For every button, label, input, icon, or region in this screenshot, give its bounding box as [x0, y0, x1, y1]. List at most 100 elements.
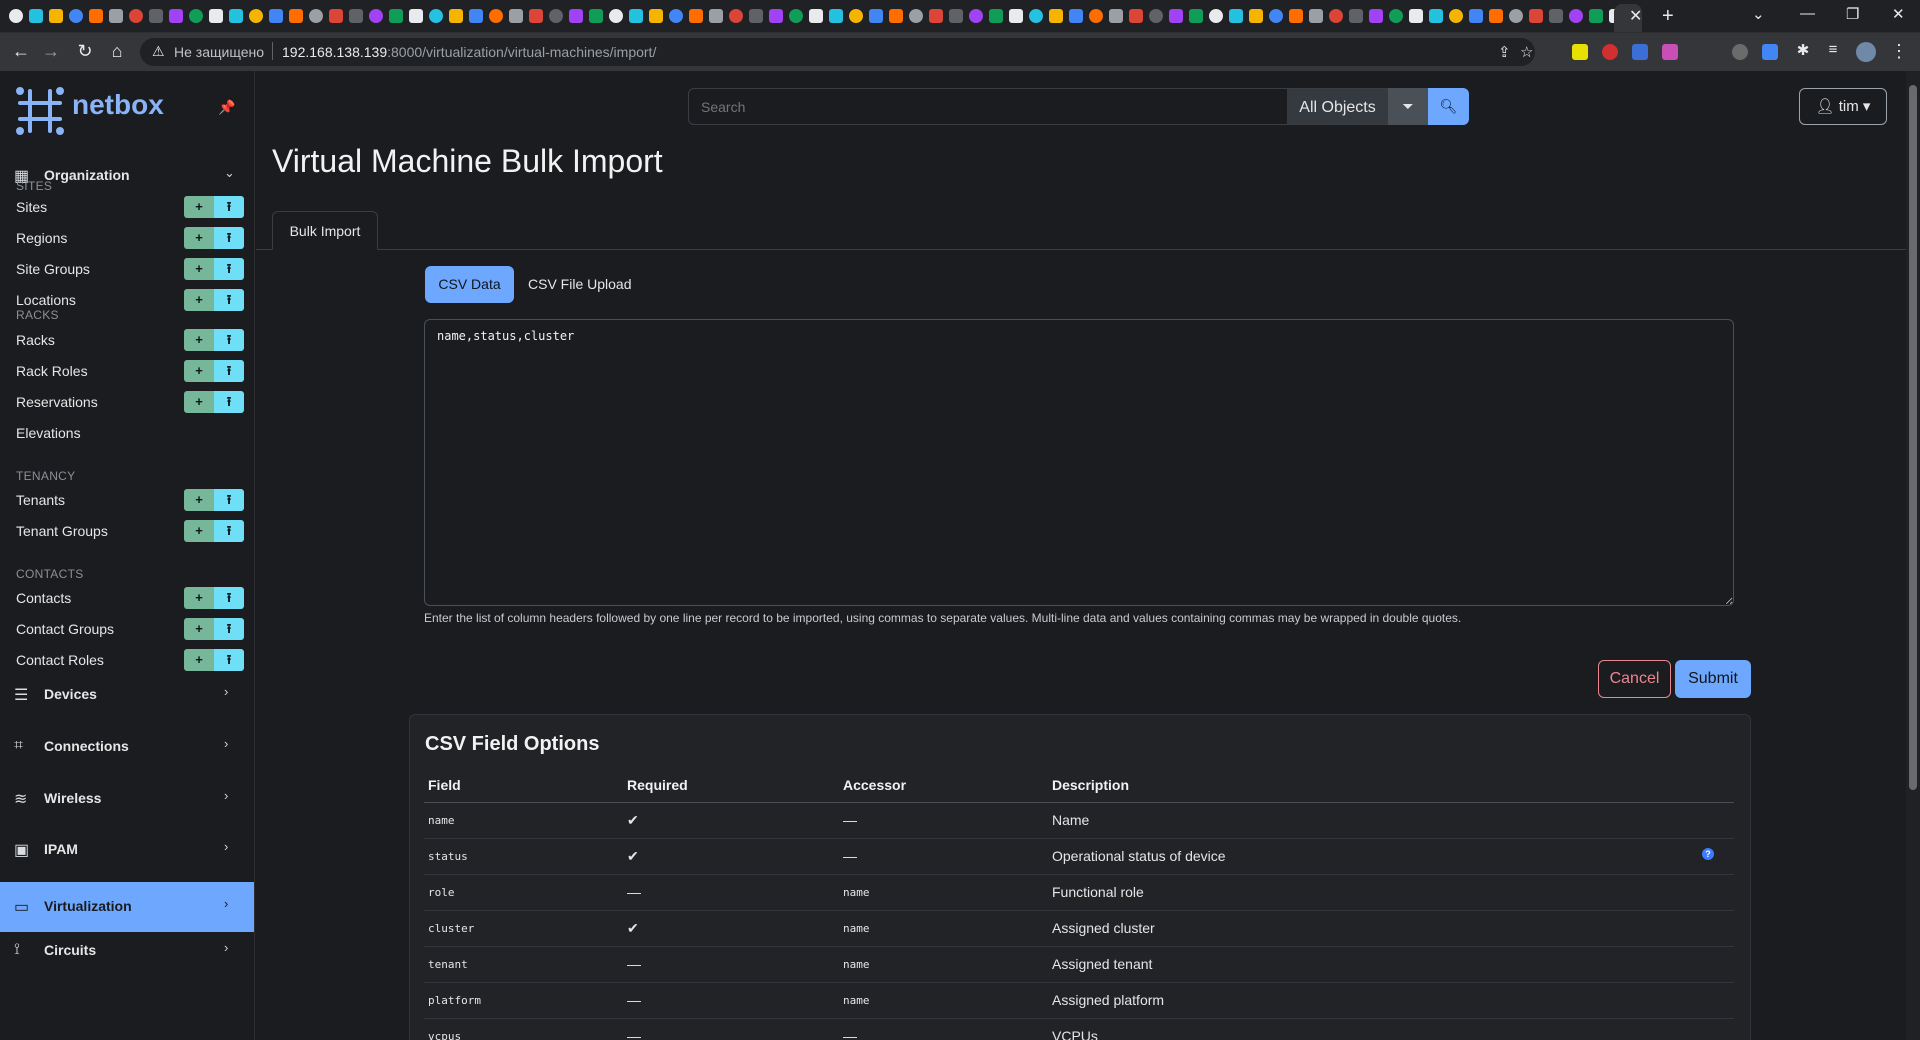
search-input[interactable] — [688, 88, 1288, 125]
tab-favicon[interactable] — [1529, 9, 1543, 23]
tab-favicon[interactable] — [409, 9, 423, 23]
import-contacts-button[interactable]: ⭱ — [214, 587, 244, 609]
user-menu-button[interactable]: 👤︎ tim ▾ — [1799, 88, 1887, 125]
tab-favicon[interactable] — [509, 9, 523, 23]
help-info-icon[interactable]: ? — [1702, 848, 1714, 860]
nav-section-virtualization[interactable]: ▭ Virtualization › — [0, 882, 254, 932]
tab-favicons[interactable] — [6, 7, 1626, 27]
add-regions-button[interactable]: + — [184, 227, 214, 249]
tab-favicon[interactable] — [1569, 9, 1583, 23]
tab-favicon[interactable] — [289, 9, 303, 23]
tab-favicon[interactable] — [909, 9, 923, 23]
add-contacts-button[interactable]: + — [184, 587, 214, 609]
tab-favicon[interactable] — [1489, 9, 1503, 23]
nav-section-ipam[interactable]: ▣ IPAM › — [0, 830, 254, 870]
tab-favicon[interactable] — [89, 9, 103, 23]
tab-favicon[interactable] — [329, 9, 343, 23]
tab-favicon[interactable] — [1309, 9, 1323, 23]
netbox-logo-icon[interactable] — [14, 85, 66, 137]
tab-favicon[interactable] — [349, 9, 363, 23]
tab-favicon[interactable] — [149, 9, 163, 23]
import-contact-roles-button[interactable]: ⭱ — [214, 649, 244, 671]
tab-favicon[interactable] — [609, 9, 623, 23]
tab-favicon[interactable] — [69, 9, 83, 23]
tab-favicon[interactable] — [709, 9, 723, 23]
import-locations-button[interactable]: ⭱ — [214, 289, 244, 311]
new-tab-icon[interactable]: + — [1662, 5, 1674, 28]
tab-favicon[interactable] — [929, 9, 943, 23]
extension-icon[interactable] — [1632, 44, 1648, 60]
tab-favicon[interactable] — [429, 9, 443, 23]
extension-icon[interactable] — [1662, 44, 1678, 60]
nav-section-wireless[interactable]: ≋ Wireless › — [0, 779, 254, 819]
tab-favicon[interactable] — [1329, 9, 1343, 23]
tab-favicon[interactable] — [1349, 9, 1363, 23]
extension-icon[interactable] — [1762, 44, 1778, 60]
sidebar-item-elevations[interactable]: Elevations — [0, 419, 254, 447]
tab-favicon[interactable] — [1509, 9, 1523, 23]
tab-bulk-import[interactable]: Bulk Import — [272, 211, 378, 250]
forward-icon[interactable]: → — [40, 41, 62, 62]
tab-favicon[interactable] — [1229, 9, 1243, 23]
tab-favicon[interactable] — [389, 9, 403, 23]
tab-favicon[interactable] — [589, 9, 603, 23]
extensions-puzzle-icon[interactable]: ✱ — [1792, 41, 1814, 59]
tab-favicon[interactable] — [269, 9, 283, 23]
tab-favicon[interactable] — [1129, 9, 1143, 23]
add-sites-button[interactable]: + — [184, 196, 214, 218]
tab-favicon[interactable] — [1429, 9, 1443, 23]
restore-icon[interactable]: ❐ — [1846, 5, 1859, 23]
tab-favicon[interactable] — [669, 9, 683, 23]
tab-favicon[interactable] — [1469, 9, 1483, 23]
import-racks-button[interactable]: ⭱ — [214, 329, 244, 351]
add-locations-button[interactable]: + — [184, 289, 214, 311]
import-tenants-button[interactable]: ⭱ — [214, 489, 244, 511]
tab-favicon[interactable] — [489, 9, 503, 23]
home-icon[interactable]: ⌂ — [106, 41, 128, 62]
reading-list-icon[interactable]: ≡ — [1822, 41, 1844, 58]
tab-favicon[interactable] — [1289, 9, 1303, 23]
tab-favicon[interactable] — [849, 9, 863, 23]
tab-favicon[interactable] — [1209, 9, 1223, 23]
nav-section-circuits[interactable]: ⟟ Circuits › — [0, 931, 254, 971]
add-tenant-groups-button[interactable]: + — [184, 520, 214, 542]
sidebar-item-rack-roles[interactable]: Rack Roles + ⭱ — [0, 357, 254, 385]
filter-icon[interactable]: ⏷ — [1388, 88, 1428, 125]
extension-icon[interactable] — [1572, 44, 1588, 60]
back-icon[interactable]: ← — [10, 41, 32, 62]
address-bar[interactable]: ⚠ Не защищено 192.168.138.139:8000/virtu… — [140, 38, 1535, 66]
tab-favicon[interactable] — [969, 9, 983, 23]
submit-button[interactable]: Submit — [1675, 660, 1751, 698]
import-sites-button[interactable]: ⭱ — [214, 196, 244, 218]
pin-icon[interactable]: 📌 — [218, 99, 235, 116]
tab-favicon[interactable] — [1029, 9, 1043, 23]
tab-favicon[interactable] — [249, 9, 263, 23]
tab-favicon[interactable] — [869, 9, 883, 23]
add-site-groups-button[interactable]: + — [184, 258, 214, 280]
tab-favicon[interactable] — [1549, 9, 1563, 23]
csv-data-textarea[interactable] — [424, 319, 1734, 606]
tab-favicon[interactable] — [829, 9, 843, 23]
tab-favicon[interactable] — [789, 9, 803, 23]
tab-favicon[interactable] — [689, 9, 703, 23]
tab-favicon[interactable] — [1589, 9, 1603, 23]
share-icon[interactable]: ⇪ — [1498, 43, 1511, 61]
tab-favicon[interactable] — [1249, 9, 1263, 23]
extension-icon[interactable] — [1602, 44, 1618, 60]
import-tenant-groups-button[interactable]: ⭱ — [214, 520, 244, 542]
tab-favicon[interactable] — [1449, 9, 1463, 23]
tab-favicon[interactable] — [1149, 9, 1163, 23]
profile-avatar[interactable] — [1856, 42, 1876, 62]
tab-favicon[interactable] — [729, 9, 743, 23]
sidebar-item-reservations[interactable]: Reservations + ⭱ — [0, 388, 254, 416]
add-rack-roles-button[interactable]: + — [184, 360, 214, 382]
nav-section-connections[interactable]: ⌗ Connections › — [0, 727, 254, 767]
tab-favicon[interactable] — [1269, 9, 1283, 23]
import-regions-button[interactable]: ⭱ — [214, 227, 244, 249]
sidebar-item-racks[interactable]: Racks + ⭱ — [0, 326, 254, 354]
browser-menu-icon[interactable]: ⋮ — [1888, 41, 1910, 62]
tab-favicon[interactable] — [49, 9, 63, 23]
extension-icon[interactable] — [1732, 44, 1748, 60]
tab-favicon[interactable] — [1369, 9, 1383, 23]
sidebar-item-tenant-groups[interactable]: Tenant Groups + ⭱ — [0, 517, 254, 545]
